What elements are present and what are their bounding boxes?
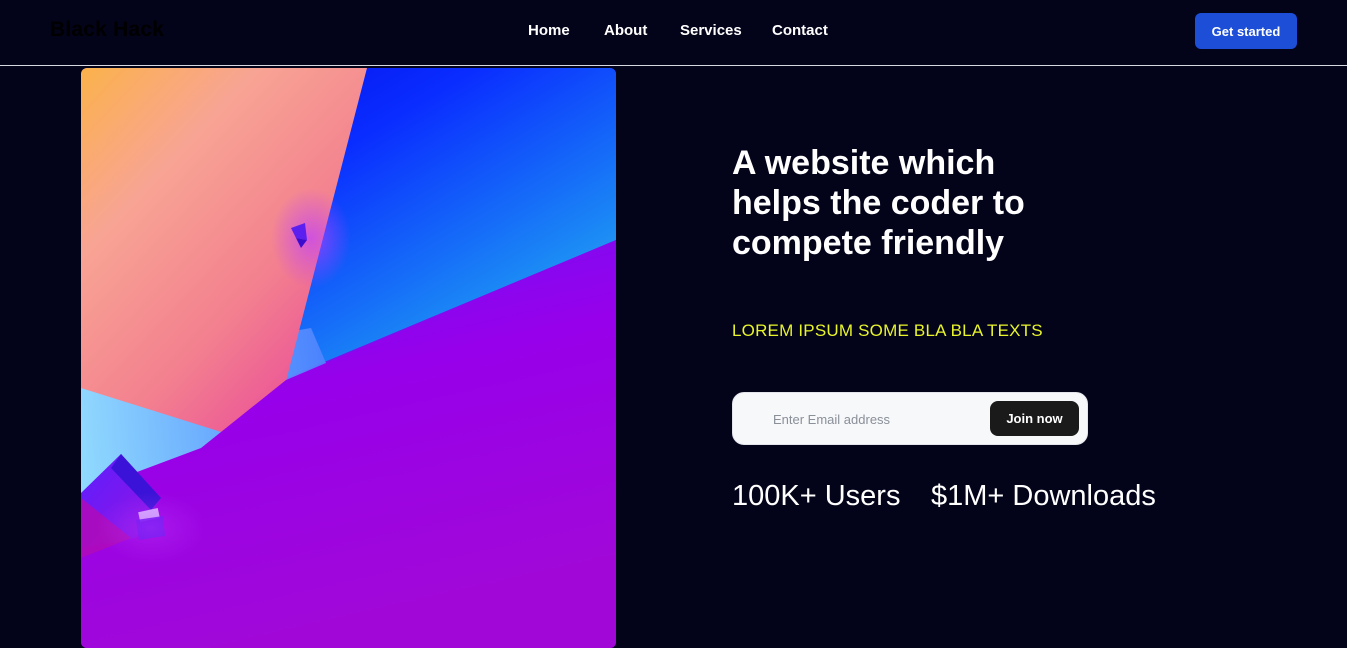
nav-link-services[interactable]: Services [680,22,742,39]
hero-headline: A website which helps the coder to compe… [732,144,1025,262]
stat-users: 100K+ Users [732,480,901,512]
hero-image [81,68,616,648]
get-started-button[interactable]: Get started [1195,13,1297,49]
nav-links: Home About Services Contact [0,22,1347,42]
stat-downloads: $1M+ Downloads [931,480,1156,512]
email-input[interactable] [761,403,981,435]
join-now-button[interactable]: Join now [990,401,1079,436]
nav-link-contact[interactable]: Contact [772,22,828,39]
nav-link-home[interactable]: Home [528,22,570,39]
abstract-gradient-illustration [81,68,616,648]
email-signup-form: Join now [732,392,1088,445]
nav-link-about[interactable]: About [604,22,647,39]
hero-subtitle: LOREM IPSUM SOME BLA BLA TEXTS [732,321,1043,340]
navbar: Black Hack Home About Services Contact G… [0,0,1347,66]
